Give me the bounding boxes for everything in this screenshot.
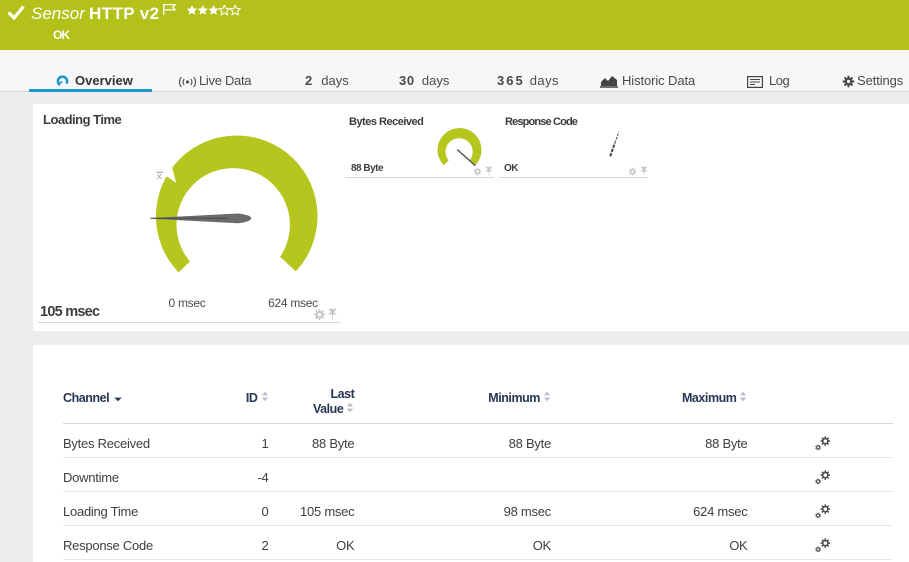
svg-text:x: x xyxy=(157,171,162,182)
